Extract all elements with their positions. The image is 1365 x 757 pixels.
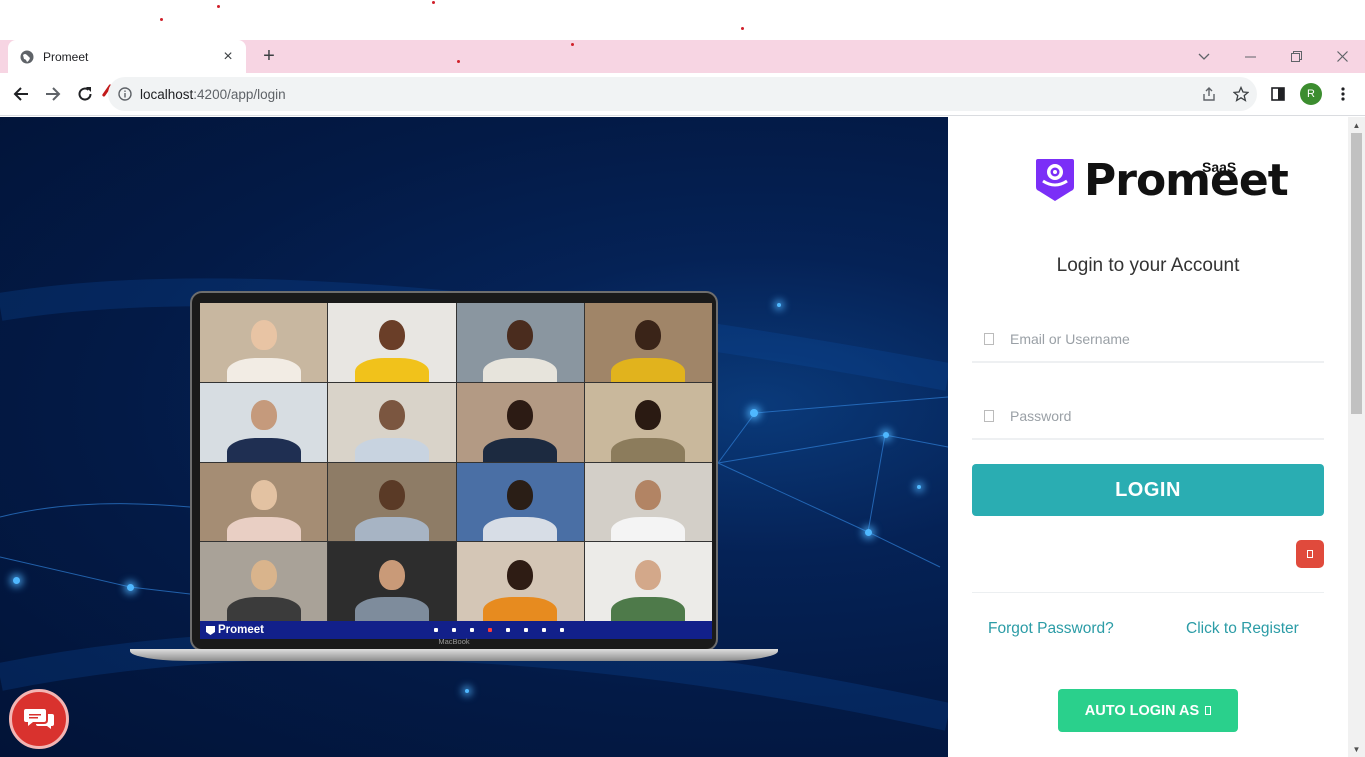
login-button[interactable]: LOGIN <box>972 464 1324 516</box>
camera-icon <box>452 628 457 632</box>
decor-dot <box>741 27 744 30</box>
video-tile <box>584 462 712 542</box>
video-tile <box>584 542 712 621</box>
decor-dot <box>160 18 163 21</box>
promeet-mini-logo-icon <box>206 625 215 635</box>
network-node <box>750 409 758 417</box>
restore-icon[interactable] <box>1273 40 1319 73</box>
kebab-menu-icon[interactable] <box>1332 83 1354 105</box>
window-top-strip <box>0 0 1365 40</box>
tab-title: Promeet <box>43 49 89 64</box>
network-node <box>465 689 469 693</box>
video-tile <box>584 303 712 382</box>
forgot-password-link[interactable]: Forgot Password? <box>988 620 1114 638</box>
lock-icon <box>984 410 994 422</box>
email-input[interactable] <box>1010 331 1310 347</box>
network-node <box>777 303 781 307</box>
auto-login-label: AUTO LOGIN AS <box>1084 702 1200 719</box>
record-icon <box>524 628 529 632</box>
video-tile <box>456 462 584 542</box>
chat-icon <box>542 628 547 632</box>
chat-bubble-icon <box>24 709 54 729</box>
network-node <box>127 584 134 591</box>
decor-dot <box>457 60 460 63</box>
network-node <box>13 577 20 584</box>
video-tile <box>584 382 712 462</box>
video-tile <box>456 382 584 462</box>
google-login-button[interactable] <box>1296 540 1324 568</box>
video-tile <box>456 542 584 621</box>
mic-icon <box>434 628 439 632</box>
email-field[interactable] <box>972 317 1324 363</box>
network-node <box>865 529 872 536</box>
browser-toolbar: localhost:4200/app/login R <box>0 73 1365 116</box>
more-icon <box>560 628 565 632</box>
register-link[interactable]: Click to Register <box>1186 620 1299 638</box>
url-host: localhost <box>140 86 194 102</box>
video-tile <box>328 382 456 462</box>
reload-icon[interactable] <box>74 83 96 105</box>
screen-share-icon <box>506 628 511 632</box>
scroll-down-arrow-icon[interactable]: ▼ <box>1352 745 1361 754</box>
share-icon[interactable] <box>1193 78 1225 110</box>
video-tile <box>328 462 456 542</box>
meeting-brand: Promeet <box>218 624 265 636</box>
password-input[interactable] <box>1010 408 1310 424</box>
google-icon <box>1307 550 1313 558</box>
user-icon <box>984 333 994 345</box>
decor-dot <box>432 1 435 4</box>
tab-search-chevron-icon[interactable] <box>1181 40 1227 73</box>
network-node <box>917 485 921 489</box>
brand-logo: Promeet <box>1034 155 1289 206</box>
window-close-icon[interactable] <box>1319 40 1365 73</box>
scroll-thumb[interactable] <box>1351 133 1362 414</box>
globe-icon <box>20 50 34 64</box>
participants-icon <box>470 628 475 632</box>
end-call-icon <box>488 628 493 632</box>
brand-tier: SaaS <box>1202 159 1237 175</box>
laptop-label: MacBook <box>438 637 470 646</box>
password-field[interactable] <box>972 394 1324 440</box>
decor-dot <box>217 5 220 8</box>
decor-dot <box>571 43 574 46</box>
dropdown-icon <box>1205 706 1212 716</box>
profile-avatar[interactable]: R <box>1300 83 1322 105</box>
video-grid <box>200 303 712 621</box>
avatar-initial: R <box>1300 83 1322 105</box>
browser-tab[interactable]: Promeet × <box>8 40 246 73</box>
brand-name: Promeet <box>1084 155 1289 206</box>
promeet-logo-icon <box>1036 159 1074 201</box>
video-tile <box>200 462 328 542</box>
url-path: :4200/app/login <box>193 86 286 102</box>
url-text[interactable]: localhost:4200/app/login <box>140 87 1193 102</box>
network-node <box>883 432 889 438</box>
info-icon[interactable] <box>118 87 132 101</box>
page-scrollbar[interactable]: ▲ ▼ <box>1348 117 1365 757</box>
minimize-icon[interactable] <box>1227 40 1273 73</box>
auto-login-button[interactable]: AUTO LOGIN AS <box>1058 689 1238 732</box>
tab-close-icon[interactable]: × <box>220 48 236 65</box>
hero-banner: Promeet MacBook <box>0 117 948 757</box>
back-arrow-icon[interactable] <box>10 83 32 105</box>
video-tile <box>200 542 328 621</box>
video-tile <box>456 303 584 382</box>
laptop-screen: Promeet <box>190 291 718 651</box>
forward-arrow-icon[interactable] <box>42 83 64 105</box>
address-bar[interactable]: localhost:4200/app/login <box>108 77 1257 111</box>
tab-strip: Promeet × + <box>0 40 1365 73</box>
new-tab-button[interactable]: + <box>259 46 279 66</box>
laptop-base <box>130 649 778 661</box>
chat-widget-button[interactable] <box>9 689 69 749</box>
star-icon[interactable] <box>1225 78 1257 110</box>
video-tile <box>328 303 456 382</box>
login-panel: Promeet SaaS Login to your Account LOGIN… <box>948 117 1348 757</box>
video-tile <box>200 382 328 462</box>
divider <box>972 592 1324 593</box>
video-tile <box>200 303 328 382</box>
video-tile <box>328 542 456 621</box>
sidepanel-icon[interactable] <box>1267 83 1289 105</box>
scroll-up-arrow-icon[interactable]: ▲ <box>1352 121 1361 130</box>
login-heading: Login to your Account <box>1056 255 1240 276</box>
